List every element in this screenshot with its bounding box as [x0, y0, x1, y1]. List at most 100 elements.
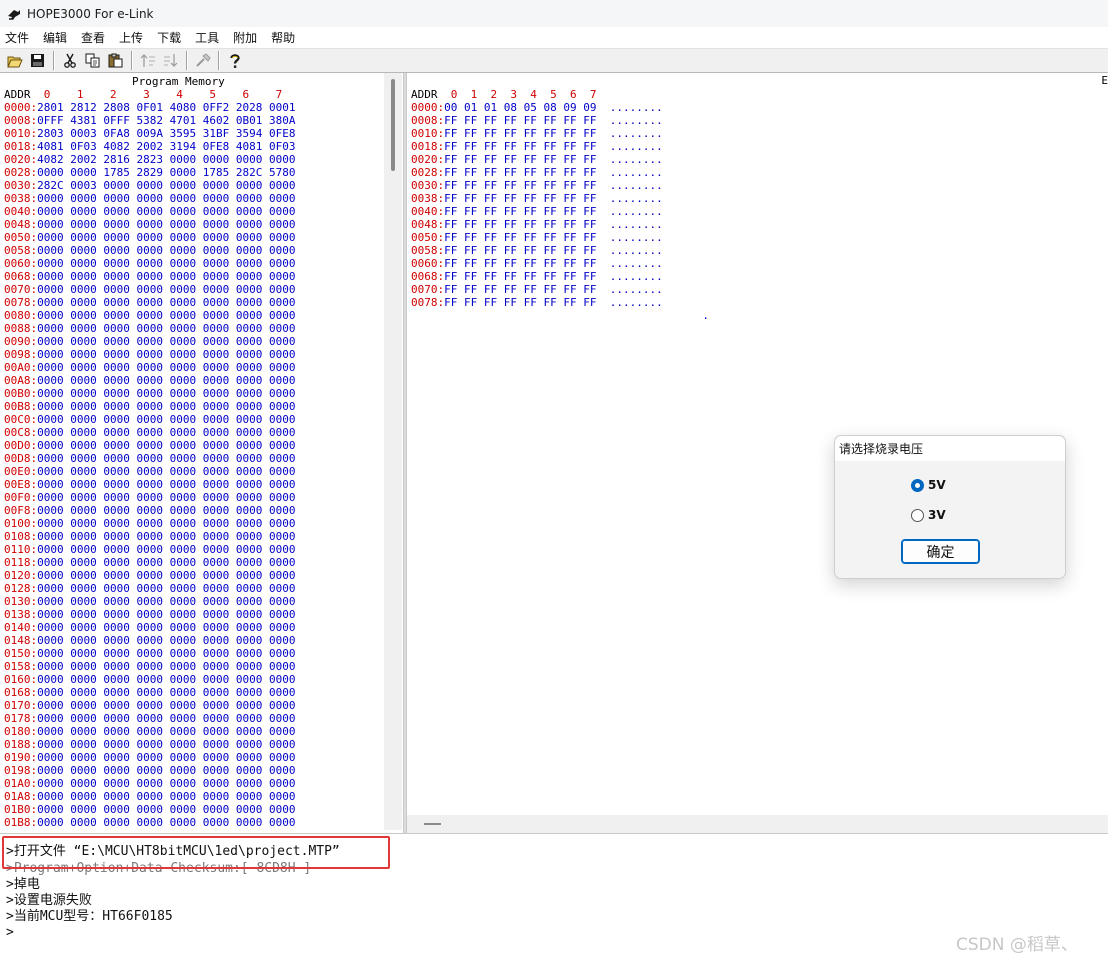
memory-cell: FF: [483, 257, 498, 270]
toolbar-separator: [218, 51, 219, 70]
memory-cell: 0000: [37, 400, 64, 413]
memory-cell: 0000: [235, 777, 263, 790]
memory-cell: 0000: [169, 452, 197, 465]
ascii-column: ........: [609, 244, 663, 257]
memory-row: 0140:0000 0000 0000 0000 0000 0000 0000 …: [4, 621, 296, 634]
row-address: 0038:: [4, 192, 38, 205]
memory-cell: 01: [483, 101, 498, 114]
memory-cell: FF: [464, 270, 478, 283]
memory-cell: 0000: [269, 426, 296, 439]
menu-file[interactable]: 文件: [4, 29, 36, 46]
memory-cell: 0000: [136, 296, 164, 309]
row-address: 0070:: [4, 283, 38, 296]
radio-button[interactable]: [911, 508, 924, 522]
memory-cell: 0000: [37, 621, 64, 634]
memory-cell: 4080: [169, 101, 197, 114]
download-button[interactable]: [160, 50, 181, 71]
data-memory-hscrollbar[interactable]: [407, 815, 1108, 833]
memory-cell: 0000: [136, 725, 164, 738]
memory-cell: 4082: [103, 140, 130, 153]
copy-icon: [85, 53, 99, 68]
memory-cell: 0000: [37, 348, 64, 361]
column-header: 5: [550, 88, 557, 101]
memory-row: 0028:FF FF FF FF FF FF FF FF ........: [411, 166, 709, 179]
menu-view[interactable]: 查看: [80, 29, 112, 46]
menu-upload[interactable]: 上传: [118, 29, 150, 46]
open-button[interactable]: [4, 50, 25, 71]
row-address: 00A0:: [4, 361, 38, 374]
memory-cell: 0000: [169, 335, 197, 348]
ok-button[interactable]: 确定: [901, 539, 980, 564]
row-address: 0100:: [4, 517, 38, 530]
menu-help[interactable]: 帮助: [270, 29, 302, 46]
row-address: 0110:: [4, 543, 38, 556]
memory-cell: FF: [523, 218, 537, 231]
program-memory-rows: 0000:2801 2812 2808 0F01 4080 0FF2 2028 …: [4, 101, 296, 829]
memory-cell: 0000: [103, 582, 130, 595]
menu-extras[interactable]: 附加: [232, 29, 264, 46]
memory-cell: 0000: [235, 426, 263, 439]
tool-button[interactable]: [192, 50, 213, 71]
memory-cell: 0003: [70, 127, 97, 140]
radio-button-checked[interactable]: [911, 478, 924, 492]
memory-row: 0110:0000 0000 0000 0000 0000 0000 0000 …: [4, 543, 296, 556]
memory-cell: 0000: [202, 387, 230, 400]
memory-row: 0058:0000 0000 0000 0000 0000 0000 0000 …: [4, 244, 296, 257]
memory-cell: 0000: [37, 491, 64, 504]
radio-option-3v[interactable]: 3V: [911, 508, 946, 522]
row-address: 00B0:: [4, 387, 38, 400]
memory-cell: FF: [483, 244, 498, 257]
memory-row: 0030:282C 0003 0000 0000 0000 0000 0000 …: [4, 179, 296, 192]
menu-tools[interactable]: 工具: [194, 29, 226, 46]
save-button[interactable]: [27, 50, 48, 71]
row-address: 0078:: [411, 296, 445, 309]
program-memory-scrollbar[interactable]: [384, 73, 402, 830]
menu-download[interactable]: 下载: [156, 29, 188, 46]
memory-cell: 0000: [235, 764, 263, 777]
row-address: 0000:: [411, 101, 445, 114]
memory-row: 00E8:0000 0000 0000 0000 0000 0000 0000 …: [4, 478, 296, 491]
memory-cell: 0000: [169, 322, 197, 335]
memory-cell: 0000: [202, 673, 230, 686]
memory-cell: 0000: [136, 335, 164, 348]
copy-button[interactable]: [82, 50, 103, 71]
column-header: 7: [589, 88, 597, 101]
menu-edit[interactable]: 编辑: [42, 29, 74, 46]
memory-cell: 0000: [235, 270, 263, 283]
paste-button[interactable]: [105, 50, 126, 71]
memory-cell: 0000: [37, 595, 64, 608]
memory-cell: 0000: [37, 582, 64, 595]
memory-cell: 0000: [169, 244, 197, 257]
addr-header: ADDR: [411, 88, 438, 101]
memory-cell: 0000: [37, 231, 64, 244]
upload-button[interactable]: [137, 50, 158, 71]
radio-option-5v[interactable]: 5V: [911, 478, 946, 492]
cut-button[interactable]: [59, 50, 80, 71]
row-address: 01B0:: [4, 803, 38, 816]
memory-cell: 0000: [70, 530, 97, 543]
memory-cell: 0000: [169, 543, 197, 556]
memory-cell: FF: [523, 114, 537, 127]
memory-cell: 0000: [269, 595, 296, 608]
scrollbar-thumb[interactable]: [391, 79, 395, 171]
scrollbar-thumb[interactable]: [424, 823, 441, 825]
memory-cell: FF: [543, 205, 557, 218]
memory-cell: 0000: [103, 803, 130, 816]
memory-cell: FF: [483, 127, 498, 140]
memory-row: 00A0:0000 0000 0000 0000 0000 0000 0000 …: [4, 361, 296, 374]
memory-cell: FF: [523, 166, 537, 179]
memory-row: 0068:0000 0000 0000 0000 0000 0000 0000 …: [4, 270, 296, 283]
memory-cell: FF: [583, 218, 597, 231]
memory-cell: FF: [563, 270, 577, 283]
help-button[interactable]: [224, 50, 245, 71]
memory-cell: FF: [583, 296, 597, 309]
column-header: 4: [176, 88, 183, 101]
memory-cell: 0000: [103, 530, 130, 543]
memory-cell: 0000: [103, 647, 130, 660]
memory-cell: 0000: [103, 504, 130, 517]
program-memory-panel[interactable]: Program Memory ADDR 0 1 2 3 4 5 6 7 0000…: [0, 73, 403, 830]
memory-cell: FF: [563, 231, 577, 244]
memory-cell: FF: [563, 153, 577, 166]
memory-cell: 0000: [269, 309, 296, 322]
memory-cell: FF: [464, 283, 478, 296]
